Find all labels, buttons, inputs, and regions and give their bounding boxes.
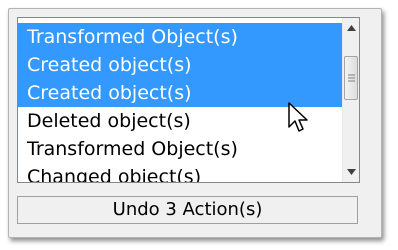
list-item[interactable]: Created object(s) xyxy=(18,79,342,107)
list-item[interactable]: Deleted object(s) xyxy=(18,107,342,135)
scrollbar-thumb[interactable] xyxy=(344,56,358,100)
arrow-up-icon xyxy=(346,25,356,31)
vertical-scrollbar[interactable] xyxy=(342,18,359,182)
undo-history-list[interactable]: Transformed Object(s) Created object(s) … xyxy=(17,17,360,183)
list-item[interactable]: Created object(s) xyxy=(18,51,342,79)
list-item[interactable]: Transformed Object(s) xyxy=(18,135,342,163)
scroll-down-button[interactable] xyxy=(343,162,359,182)
grip-icon xyxy=(347,74,355,81)
list-item[interactable]: Transformed Object(s) xyxy=(18,23,342,51)
undo-history-items: Transformed Object(s) Created object(s) … xyxy=(18,18,342,182)
undo-actions-button[interactable]: Undo 3 Action(s) xyxy=(17,196,358,224)
arrow-down-icon xyxy=(346,169,356,175)
list-item[interactable]: Changed object(s) xyxy=(18,163,342,182)
scroll-up-button[interactable] xyxy=(343,18,359,38)
